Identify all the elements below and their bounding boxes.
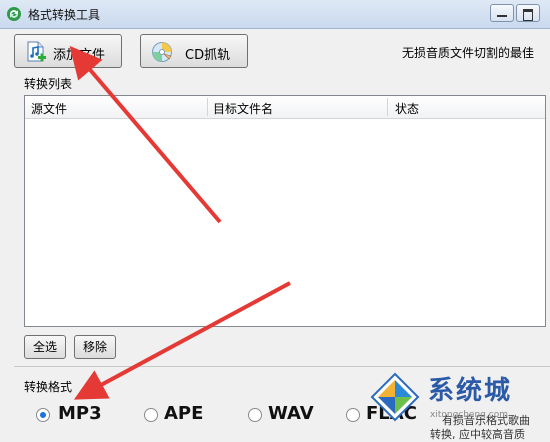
radio-wav[interactable] — [248, 408, 262, 422]
add-file-label: 添加文件 — [53, 48, 106, 63]
watermark-logo-icon — [370, 372, 420, 422]
radio-flac[interactable] — [346, 408, 360, 422]
maximize-button[interactable] — [516, 4, 540, 22]
radio-ape[interactable] — [144, 408, 158, 422]
conversion-format-label: 转换格式 — [24, 380, 73, 394]
add-file-button[interactable]: 添加文件 — [14, 34, 122, 68]
slogan-text: 无损音质文件切割的最佳 — [402, 46, 535, 60]
title-bar: 格式转换工具 — [0, 0, 550, 29]
music-file-add-icon — [27, 41, 46, 62]
format-option-mp3[interactable]: MP3 — [36, 402, 136, 428]
watermark-text: 系统城 — [428, 376, 513, 406]
column-target-name[interactable]: 目标文件名 — [213, 100, 273, 117]
conversion-list[interactable]: 源文件 目标文件名 状态 — [24, 95, 546, 327]
format-label-ape: APE — [164, 403, 204, 424]
watermark: 系统城 xitongcheng.com — [360, 366, 550, 430]
watermark-url: xitongcheng.com — [430, 410, 508, 420]
list-header: 源文件 目标文件名 状态 — [25, 96, 545, 119]
radio-mp3[interactable] — [36, 408, 50, 422]
format-option-wav[interactable]: WAV — [248, 402, 338, 428]
conversion-list-label: 转换列表 — [24, 77, 73, 91]
format-option-ape[interactable]: APE — [144, 402, 234, 428]
column-separator — [207, 98, 208, 116]
cd-rip-button[interactable]: CD抓轨 — [140, 34, 248, 68]
remove-button[interactable]: 移除 — [74, 335, 116, 359]
cd-disc-icon — [152, 42, 172, 62]
cd-rip-label: CD抓轨 — [185, 48, 231, 63]
minimize-button[interactable] — [490, 4, 514, 22]
format-label-wav: WAV — [268, 403, 314, 424]
column-status[interactable]: 状态 — [395, 100, 419, 117]
column-separator — [387, 98, 388, 116]
app-convert-icon — [7, 7, 21, 21]
window-title: 格式转换工具 — [28, 8, 101, 22]
select-all-button[interactable]: 全选 — [24, 335, 66, 359]
column-source-file[interactable]: 源文件 — [31, 100, 67, 117]
format-label-mp3: MP3 — [58, 403, 102, 424]
